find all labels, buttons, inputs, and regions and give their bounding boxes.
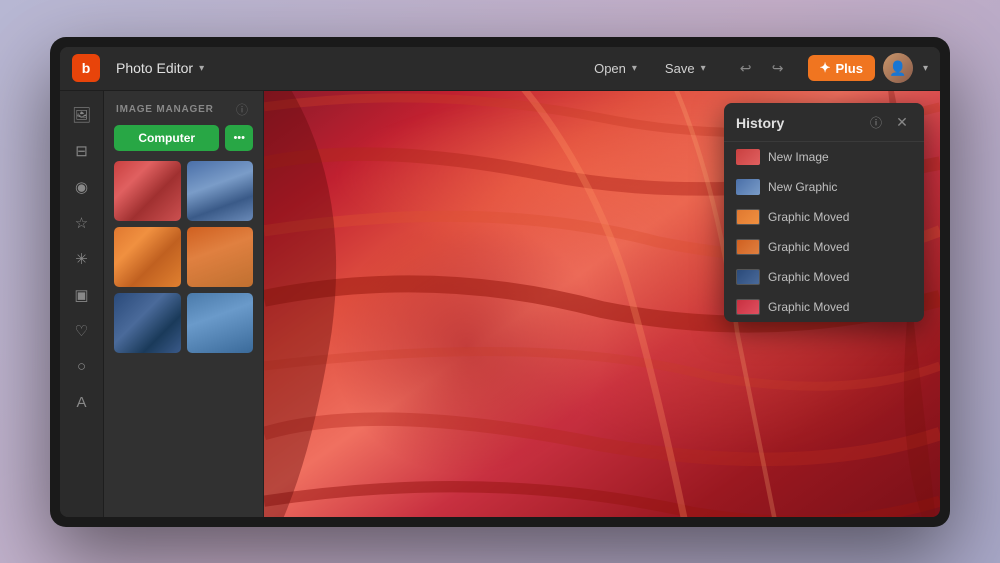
history-thumb-2 <box>736 179 760 195</box>
history-item-6[interactable]: Graphic Moved <box>724 292 924 322</box>
history-item-label-5: Graphic Moved <box>768 270 849 284</box>
save-button[interactable]: Save ▾ <box>655 57 716 80</box>
history-thumb-4 <box>736 239 760 255</box>
history-item-label-3: Graphic Moved <box>768 210 849 224</box>
avatar-chevron: ▾ <box>923 63 928 74</box>
history-thumb-3 <box>736 209 760 225</box>
open-button[interactable]: Open ▾ <box>584 57 647 80</box>
thumbnail-3[interactable] <box>114 227 181 287</box>
redo-button[interactable]: ↪ <box>764 54 792 82</box>
text-tool-btn[interactable]: A <box>66 387 98 419</box>
app-title-chevron: ▾ <box>199 63 204 74</box>
undo-button[interactable]: ↩ <box>732 54 760 82</box>
plus-icon: ✦ <box>820 60 831 76</box>
history-header-actions: ⓘ ✕ <box>866 113 912 133</box>
plus-button[interactable]: ✦ Plus <box>808 55 875 81</box>
avatar-image: 👤 <box>883 53 913 83</box>
device-frame: b Photo Editor ▾ Open ▾ Save ▾ ↩ ↪ <box>50 37 950 527</box>
history-panel: History ⓘ ✕ New Image New G <box>724 103 924 322</box>
image-tool-btn[interactable]: 🖼 <box>66 99 98 131</box>
history-item-label-2: New Graphic <box>768 180 837 194</box>
panel-header: IMAGE MANAGER ⓘ <box>104 91 263 125</box>
star-tool-btn[interactable]: ☆ <box>66 207 98 239</box>
history-thumb-1 <box>736 149 760 165</box>
history-header: History ⓘ ✕ <box>724 103 924 142</box>
app-title: Photo Editor <box>116 60 193 76</box>
history-item-4[interactable]: Graphic Moved <box>724 232 924 262</box>
heart-tool-btn[interactable]: ♡ <box>66 315 98 347</box>
history-item-5[interactable]: Graphic Moved <box>724 262 924 292</box>
thumbnail-grid <box>114 161 253 353</box>
app-name-button[interactable]: Photo Editor ▾ <box>108 56 212 80</box>
thumbnail-4[interactable] <box>187 227 254 287</box>
computer-button[interactable]: Computer <box>114 125 219 151</box>
adjustments-tool-btn[interactable]: ⊟ <box>66 135 98 167</box>
panel-scroll[interactable] <box>104 161 263 517</box>
history-item-label-6: Graphic Moved <box>768 300 849 314</box>
history-item-label-1: New Image <box>768 150 829 164</box>
left-panel: IMAGE MANAGER ⓘ Computer ••• <box>104 91 264 517</box>
thumbnail-1[interactable] <box>114 161 181 221</box>
panel-info-button[interactable]: ⓘ <box>233 101 251 119</box>
history-item-2[interactable]: New Graphic <box>724 172 924 202</box>
effects-tool-btn[interactable]: ✳ <box>66 243 98 275</box>
icon-bar: 🖼 ⊟ ◉ ☆ ✳ ▣ ♡ ○ A <box>60 91 104 517</box>
shape-tool-btn[interactable]: ○ <box>66 351 98 383</box>
history-thumb-6 <box>736 299 760 315</box>
topbar: b Photo Editor ▾ Open ▾ Save ▾ ↩ ↪ <box>60 47 940 91</box>
avatar[interactable]: 👤 <box>883 53 913 83</box>
history-info-button[interactable]: ⓘ <box>866 113 886 133</box>
thumbnail-6[interactable] <box>187 293 254 353</box>
panel-title: IMAGE MANAGER <box>116 104 214 115</box>
history-thumb-5 <box>736 269 760 285</box>
main-area: 🖼 ⊟ ◉ ☆ ✳ ▣ ♡ ○ A IMAGE MANAGER ⓘ <box>60 91 940 517</box>
thumbnail-5[interactable] <box>114 293 181 353</box>
history-item-3[interactable]: Graphic Moved <box>724 202 924 232</box>
eye-tool-btn[interactable]: ◉ <box>66 171 98 203</box>
more-options-button[interactable]: ••• <box>225 125 253 151</box>
device-wrapper: b Photo Editor ▾ Open ▾ Save ▾ ↩ ↪ <box>50 37 950 527</box>
history-close-button[interactable]: ✕ <box>892 113 912 133</box>
undo-redo-actions: ↩ ↪ <box>732 54 792 82</box>
history-title: History <box>736 115 784 131</box>
history-item-label-4: Graphic Moved <box>768 240 849 254</box>
screen: b Photo Editor ▾ Open ▾ Save ▾ ↩ ↪ <box>60 47 940 517</box>
canvas-area[interactable]: History ⓘ ✕ New Image New G <box>264 91 940 517</box>
frame-tool-btn[interactable]: ▣ <box>66 279 98 311</box>
history-item-1[interactable]: New Image <box>724 142 924 172</box>
thumbnail-2[interactable] <box>187 161 254 221</box>
panel-buttons: Computer ••• <box>104 125 263 161</box>
logo-button[interactable]: b <box>72 54 100 82</box>
